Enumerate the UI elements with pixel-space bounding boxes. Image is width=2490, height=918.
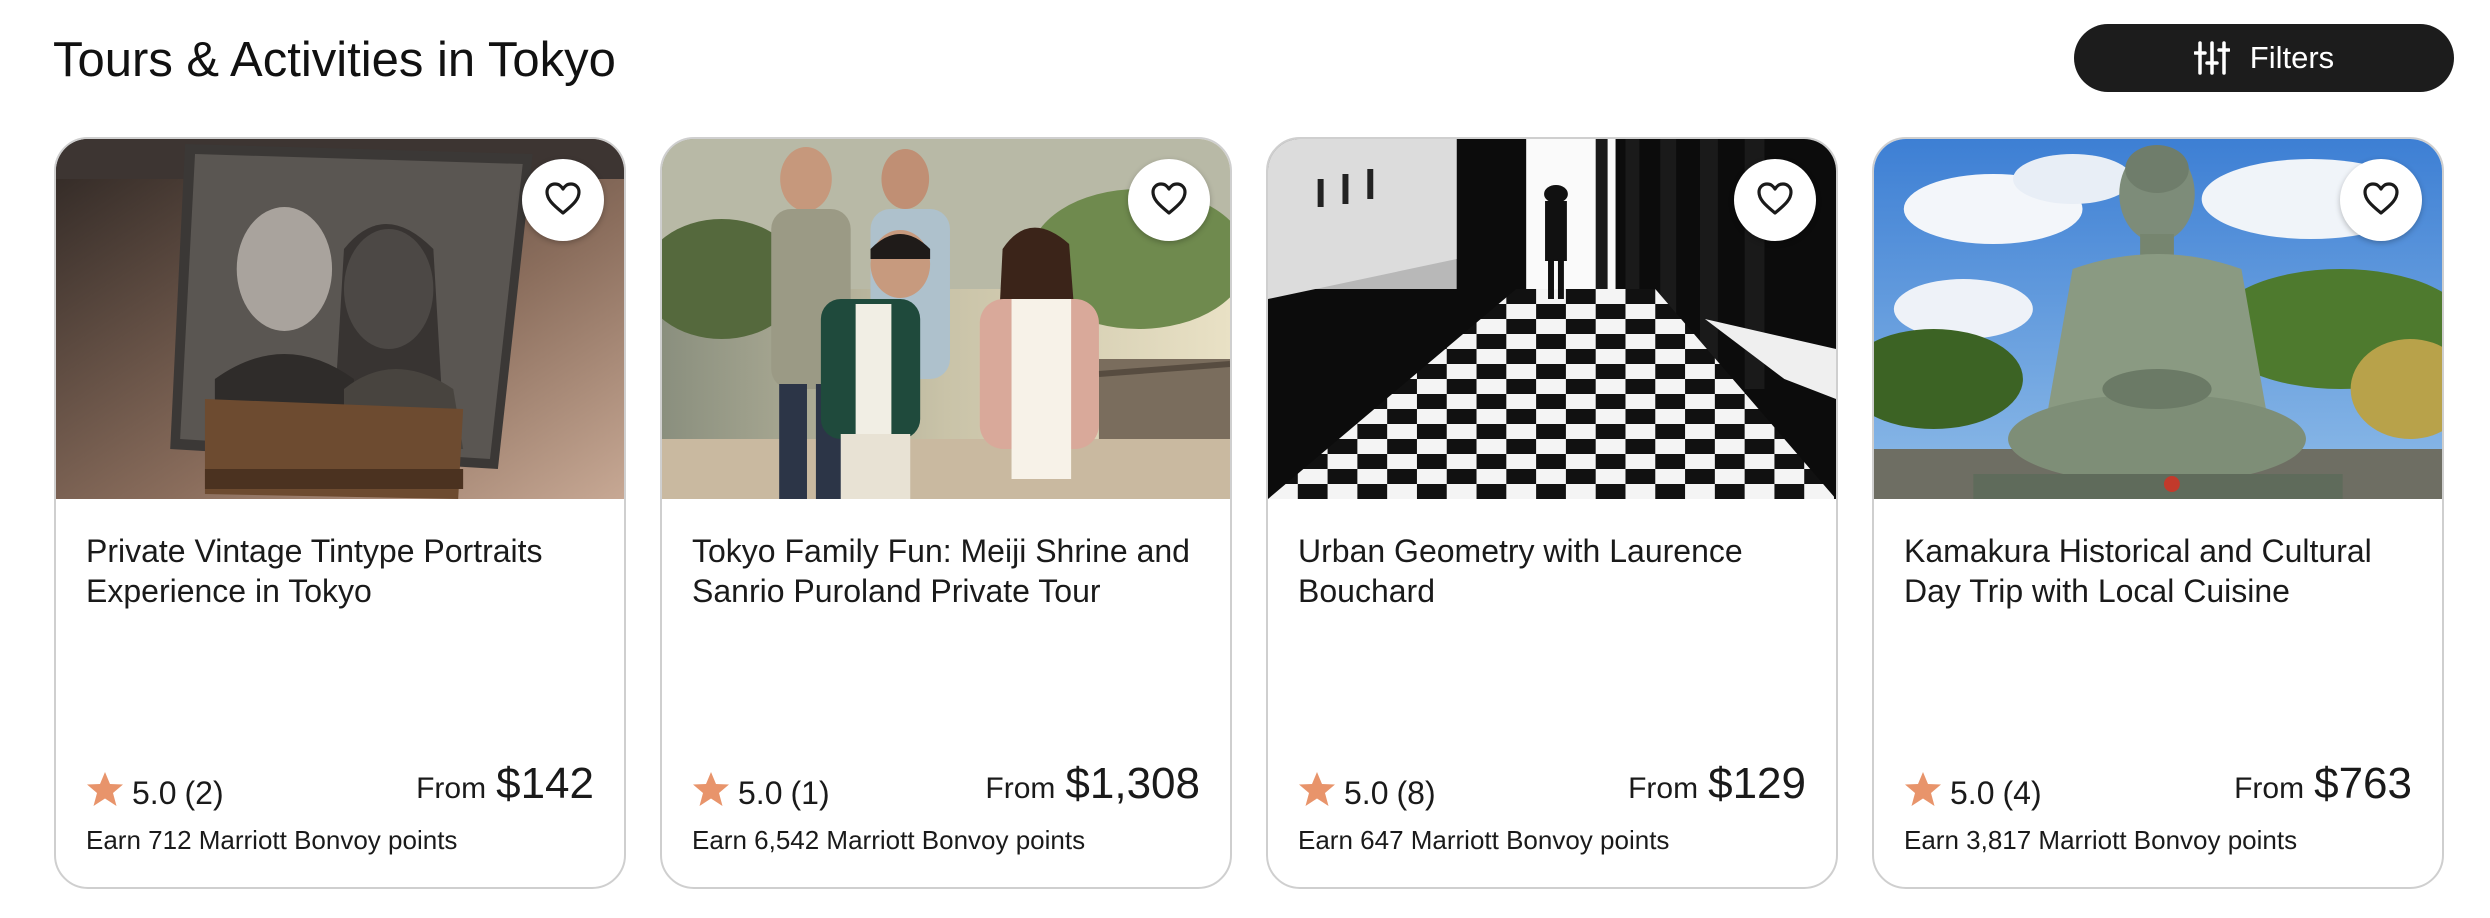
rating: 5.0 (2) [86,771,224,815]
page-title: Tours & Activities in Tokyo [53,33,616,87]
favorite-button[interactable] [2340,159,2422,241]
rating-value: 5.0 [738,774,783,811]
activity-photo-family[interactable] [662,139,1230,499]
price-amount: $129 [1708,759,1806,808]
heart-outline-icon [2362,181,2400,219]
activity-photo-kamakura-buddha[interactable] [1874,139,2442,499]
rating: 5.0 (1) [692,771,830,815]
favorite-button[interactable] [522,159,604,241]
price-amount: $1,308 [1065,759,1200,808]
filters-button[interactable]: Filters [2074,24,2454,92]
heart-outline-icon [544,181,582,219]
review-count: (2) [184,774,224,811]
rating: 5.0 (4) [1904,771,2042,815]
favorite-button[interactable] [1734,159,1816,241]
sliders-icon [2193,41,2230,75]
activity-card-list: Private Vintage Tintype Portraits Experi… [54,137,2444,889]
activity-photo-urban-geometry[interactable] [1268,139,1836,499]
activity-card[interactable]: Urban Geometry with Laurence Bouchard 5.… [1266,137,1838,889]
price-from-label: From [416,772,487,805]
bonvoy-points: Earn 712 Marriott Bonvoy points [86,825,458,855]
review-count: (8) [1396,774,1436,811]
price: From $129 [1628,759,1806,809]
star-icon [1298,771,1336,815]
activity-title[interactable]: Private Vintage Tintype Portraits Experi… [86,531,594,611]
activity-card[interactable]: Tokyo Family Fun: Meiji Shrine and Sanri… [660,137,1232,889]
filters-label: Filters [2249,40,2335,75]
price-amount: $763 [2314,759,2412,808]
bonvoy-points: Earn 647 Marriott Bonvoy points [1298,825,1670,855]
star-icon [692,771,730,815]
price-from-label: From [1628,772,1699,805]
activity-card[interactable]: Kamakura Historical and Cultural Day Tri… [1872,137,2444,889]
activity-title[interactable]: Tokyo Family Fun: Meiji Shrine and Sanri… [692,531,1200,611]
activity-photo-tintype[interactable] [56,139,624,499]
rating: 5.0 (8) [1298,771,1436,815]
rating-value: 5.0 [1950,774,1995,811]
star-icon [86,771,124,815]
bonvoy-points: Earn 6,542 Marriott Bonvoy points [692,825,1086,855]
heart-outline-icon [1756,181,1794,219]
price-amount: $142 [496,759,594,808]
activity-title[interactable]: Urban Geometry with Laurence Bouchard [1298,531,1806,611]
bonvoy-points: Earn 3,817 Marriott Bonvoy points [1904,825,2298,855]
price: From $1,308 [985,759,1200,809]
rating-value: 5.0 [132,774,177,811]
star-icon [1904,771,1942,815]
price: From $763 [2234,759,2412,809]
activity-card[interactable]: Private Vintage Tintype Portraits Experi… [54,137,626,889]
price: From $142 [416,759,594,809]
review-count: (4) [2002,774,2042,811]
favorite-button[interactable] [1128,159,1210,241]
activity-title[interactable]: Kamakura Historical and Cultural Day Tri… [1904,531,2412,611]
heart-outline-icon [1150,181,1188,219]
review-count: (1) [790,774,830,811]
rating-value: 5.0 [1344,774,1389,811]
price-from-label: From [985,772,1056,805]
price-from-label: From [2234,772,2305,805]
